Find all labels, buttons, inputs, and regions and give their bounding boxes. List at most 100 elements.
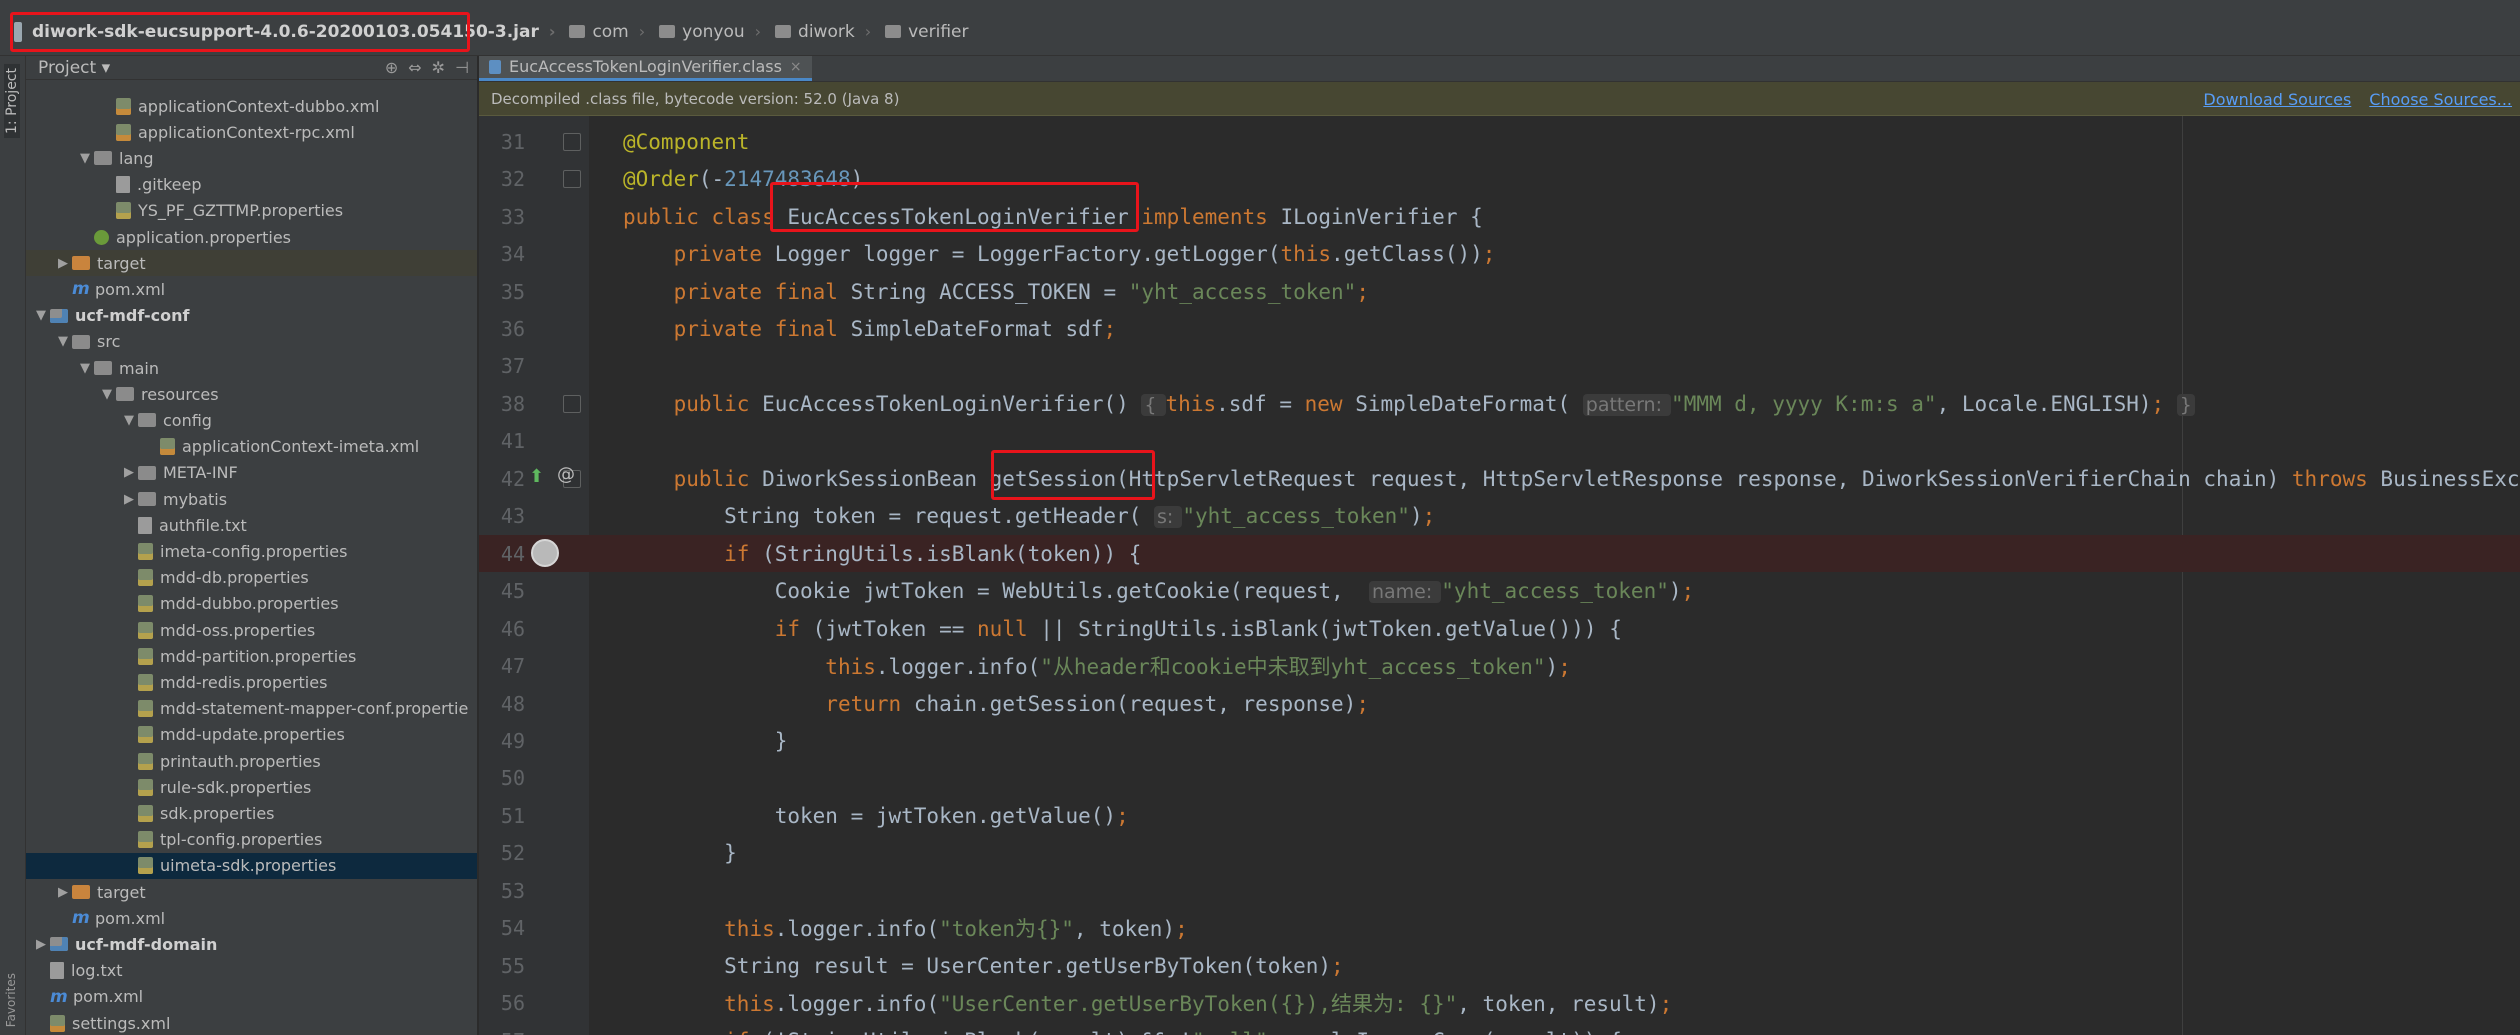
code-line[interactable]: 57 if (!StringUtils.isBlank(result) && !…	[479, 1022, 2520, 1035]
breakpoint-icon[interactable]	[531, 538, 559, 567]
tree-item[interactable]: ▼ lang	[26, 145, 477, 171]
breadcrumb-label: yonyou	[682, 21, 745, 42]
code-line[interactable]: 31 @Component	[479, 123, 2520, 161]
props-icon	[138, 569, 153, 587]
tree-item[interactable]: applicationContext-rpc.xml	[26, 119, 477, 145]
expanded-arrow-icon[interactable]: ▼	[98, 387, 116, 402]
choose-sources-link[interactable]: Choose Sources...	[2369, 90, 2512, 109]
close-icon[interactable]: ×	[790, 59, 802, 75]
expanded-arrow-icon[interactable]: ▼	[54, 334, 72, 349]
tree-item[interactable]: YS_PF_GZTTMP.properties	[26, 198, 477, 224]
code-line[interactable]: 51 token = jwtToken.getValue();	[479, 797, 2520, 835]
tree-item[interactable]: ▼ resources	[26, 381, 477, 407]
tree-item[interactable]: printauth.properties	[26, 748, 477, 774]
tree-item[interactable]: application.properties	[26, 224, 477, 250]
tree-item[interactable]: ▼ src	[26, 329, 477, 355]
code-area[interactable]: 31 @Component 32 @Order(-2147483648) 33 publi…	[479, 116, 2520, 1035]
code-line[interactable]: 34 private Logger logger = LoggerFactory…	[479, 235, 2520, 273]
expanded-arrow-icon[interactable]: ▼	[76, 361, 94, 376]
tree-item[interactable]: m pom.xml	[26, 905, 477, 931]
tree-item[interactable]: mdd-db.properties	[26, 565, 477, 591]
code-line[interactable]: 50	[479, 760, 2520, 798]
tree-item[interactable]: mdd-partition.properties	[26, 643, 477, 669]
scroll-from-source-icon[interactable]: ⊕	[385, 58, 398, 77]
collapsed-arrow-icon[interactable]: ▶	[32, 937, 50, 952]
code-line[interactable]: 38 public EucAccessTokenLoginVerifier() …	[479, 385, 2520, 423]
code-line[interactable]: 55 String result = UserCenter.getUserByT…	[479, 947, 2520, 985]
expanded-arrow-icon[interactable]: ▼	[120, 413, 138, 428]
implements-method-icon[interactable]: ⬆	[529, 466, 544, 487]
project-view-selector[interactable]: Project ▾	[38, 58, 110, 78]
tree-item[interactable]: ▶ mybatis	[26, 486, 477, 512]
tree-item[interactable]: mdd-redis.properties	[26, 669, 477, 695]
tree-item[interactable]: applicationContext-dubbo.xml	[26, 93, 477, 119]
annotation-icon[interactable]: @	[557, 464, 575, 485]
code-line[interactable]: 47 this.logger.info("从header和cookie中未取到y…	[479, 647, 2520, 685]
code-line[interactable]: 35 private final String ACCESS_TOKEN = "…	[479, 273, 2520, 311]
code-line[interactable]: 48 return chain.getSession(request, resp…	[479, 685, 2520, 723]
breadcrumb-jar[interactable]: diwork-sdk-eucsupport-4.0.6-20200103.054…	[0, 8, 563, 56]
tree-item[interactable]: ▶ META-INF	[26, 460, 477, 486]
tree-item[interactable]: log.txt	[26, 958, 477, 984]
tree-item[interactable]: tpl-config.properties	[26, 827, 477, 853]
tree-item[interactable]: rule-sdk.properties	[26, 774, 477, 800]
tree-item[interactable]: ▶ target	[26, 250, 477, 277]
code-line[interactable]: 36 private final SimpleDateFormat sdf;	[479, 310, 2520, 348]
tree-item[interactable]: sdk.properties	[26, 800, 477, 826]
tree-item[interactable]: mdd-oss.properties	[26, 617, 477, 643]
collapsed-arrow-icon[interactable]: ▶	[120, 492, 138, 507]
code-line[interactable]: 45 Cookie jwtToken = WebUtils.getCookie(…	[479, 572, 2520, 610]
project-tool-window-button[interactable]: 1: Project	[4, 64, 20, 138]
tree-item[interactable]: settings.xml	[26, 1010, 477, 1035]
collapsed-arrow-icon[interactable]: ▶	[120, 465, 138, 480]
tree-item[interactable]: mdd-dubbo.properties	[26, 591, 477, 617]
tree-item[interactable]: m pom.xml	[26, 984, 477, 1010]
download-sources-link[interactable]: Download Sources	[2203, 90, 2351, 109]
tree-item-label: ucf-mdf-domain	[75, 934, 218, 954]
tree-item[interactable]: ▶ ucf-mdf-domain	[26, 931, 477, 957]
tree-item[interactable]: ▶ target	[26, 879, 477, 905]
tree-item[interactable]: applicationContext-imeta.xml	[26, 434, 477, 460]
code-line[interactable]: 52 }	[479, 835, 2520, 873]
collapsed-arrow-icon[interactable]: ▶	[54, 256, 72, 271]
collapsed-arrow-icon[interactable]: ▶	[54, 885, 72, 900]
fold-marker-icon[interactable]	[563, 170, 581, 189]
expanded-arrow-icon[interactable]: ▼	[76, 151, 94, 166]
code-line[interactable]: 42 public DiworkSessionBean getSession(H…	[479, 460, 2520, 498]
code-line[interactable]: 44 if (StringUtils.isBlank(token)) {	[479, 534, 2520, 573]
code-line[interactable]: 33 public class EucAccessTokenLoginVerifi…	[479, 198, 2520, 236]
collapse-all-icon[interactable]: ⇔	[408, 58, 421, 77]
breadcrumb-item[interactable]: yonyou ›	[653, 8, 769, 56]
tree-item[interactable]: mdd-statement-mapper-conf.propertie	[26, 696, 477, 722]
code-line[interactable]: 43 String token = request.getHeader( s: …	[479, 498, 2520, 536]
breadcrumb-item[interactable]: com ›	[563, 8, 653, 56]
code-line[interactable]: 49 }	[479, 722, 2520, 760]
tab-euc-access-token-login-verifier[interactable]: EucAccessTokenLoginVerifier.class ×	[479, 56, 812, 81]
tree-item[interactable]: ▼ main	[26, 355, 477, 381]
fold-marker-icon[interactable]	[563, 395, 581, 414]
code-line[interactable]: 41	[479, 423, 2520, 461]
tree-item[interactable]: m pom.xml	[26, 276, 477, 302]
tree-item-label: mdd-redis.properties	[160, 672, 328, 692]
tree-item[interactable]: uimeta-sdk.properties	[26, 852, 477, 879]
breadcrumb-item[interactable]: diwork ›	[769, 8, 879, 56]
fold-marker-icon[interactable]	[563, 133, 581, 151]
code-line[interactable]: 37	[479, 348, 2520, 386]
text-icon	[50, 962, 64, 980]
breadcrumb-item[interactable]: verifier	[879, 8, 976, 56]
tree-item[interactable]: imeta-config.properties	[26, 538, 477, 564]
tree-item[interactable]: ▼ ucf-mdf-conf	[26, 303, 477, 329]
tree-item[interactable]: authfile.txt	[26, 512, 477, 538]
code-line[interactable]: 54 this.logger.info("token为{}", token);	[479, 909, 2520, 947]
hide-icon[interactable]: ⊣	[455, 58, 469, 77]
expanded-arrow-icon[interactable]: ▼	[32, 308, 50, 323]
code-line[interactable]: 53	[479, 872, 2520, 910]
gear-icon[interactable]: ✲	[432, 58, 445, 77]
code-line[interactable]: 46 if (jwtToken == null || StringUtils.i…	[479, 610, 2520, 648]
code-line[interactable]: 56 this.logger.info("UserCenter.getUserB…	[479, 984, 2520, 1022]
code-line[interactable]: 32 @Order(-2147483648)	[479, 160, 2520, 198]
tree-item[interactable]: ▼ config	[26, 407, 477, 433]
tree-item[interactable]: .gitkeep	[26, 172, 477, 198]
favorites-tool-window-button[interactable]: Favorites	[4, 973, 18, 1027]
tree-item[interactable]: mdd-update.properties	[26, 722, 477, 748]
